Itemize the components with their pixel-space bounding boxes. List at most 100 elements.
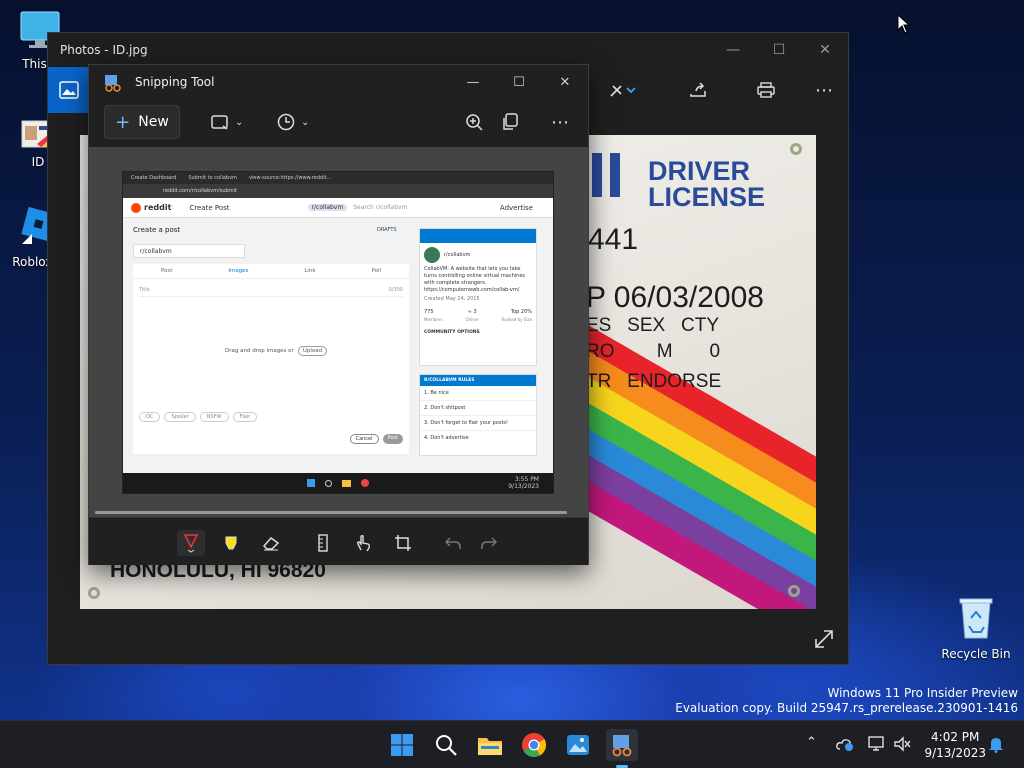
cloud-info-icon: [836, 739, 853, 751]
captured-stat: ≈ 3: [467, 309, 477, 315]
captured-rule: 2. Don't shitpost: [420, 401, 536, 416]
license-header-1: DRIVER: [648, 156, 751, 186]
captured-rule: 1. Be nice: [420, 386, 536, 401]
taskbar-clock[interactable]: 4:02 PM 9/13/2023: [924, 729, 986, 761]
pen-icon: [183, 534, 199, 553]
more-options-button[interactable]: ⋯: [808, 75, 840, 105]
chrome-icon: [522, 733, 547, 758]
chevron-down-icon: ⌄: [301, 116, 310, 128]
photos-window-title: Photos - ID.jpg: [60, 43, 148, 57]
bell-icon: [989, 738, 1003, 753]
captured-upload-area: Drag and drop images or Upload: [225, 346, 328, 356]
captured-chip: Flair: [232, 412, 258, 422]
captured-rule: 3. Don't forget to flair your posts!: [420, 416, 536, 431]
captured-post-button: Post: [382, 434, 403, 444]
volume-muted-icon: [894, 736, 911, 752]
license-row-1: ES SEX CTY: [586, 315, 720, 336]
notifications-button[interactable]: [988, 735, 1004, 757]
snipping-tool-app-icon: [105, 75, 121, 92]
captured-reddit-logo: reddit: [131, 202, 171, 213]
chevron-down-icon: ⌄: [235, 116, 244, 128]
captured-search-box: r/collabvm Search r/collabvm: [307, 204, 407, 211]
chrome-button[interactable]: [518, 729, 550, 761]
touch-writing-button[interactable]: [349, 530, 377, 556]
snipping-tool-app-icon: [612, 735, 632, 757]
copy-button[interactable]: [501, 107, 519, 137]
start-button[interactable]: [386, 729, 418, 761]
captured-upload-button: Upload: [297, 346, 328, 356]
highlighter-button[interactable]: [217, 530, 245, 556]
cloud-status-button[interactable]: [836, 737, 854, 755]
ruler-button[interactable]: [309, 530, 337, 556]
captured-stat-label: Members: [424, 317, 443, 322]
fullscreen-button[interactable]: [814, 629, 834, 653]
zoom-in-icon: [466, 114, 483, 131]
more-dots-icon: ⋯: [551, 111, 569, 133]
maximize-icon[interactable]: ☐: [496, 65, 542, 99]
folder-icon: [478, 738, 502, 755]
snip-more-button[interactable]: ⋯: [551, 107, 569, 137]
share-button[interactable]: [682, 75, 714, 105]
snipping-tool-taskbar-button[interactable]: [606, 729, 638, 761]
photos-app-icon: [59, 81, 79, 99]
captured-community-select: r/collabvm: [133, 244, 245, 258]
new-button-label: New: [138, 114, 169, 130]
captured-post-editor: Post Images Link Poll Title 0/300 Drag a…: [133, 264, 409, 454]
horizontal-scrollbar[interactable]: [95, 511, 567, 514]
copy-icon: [503, 113, 518, 130]
snipping-tool-window[interactable]: Snipping Tool — ☐ ✕ + New ⌄ ⌄ ⋯ Create D…: [88, 64, 589, 565]
captured-drop-text: Drag and drop images or: [225, 348, 294, 354]
photos-taskbar-button[interactable]: [562, 729, 594, 761]
edit-image-button[interactable]: [608, 75, 640, 105]
captured-create-post: Create Post: [189, 203, 230, 212]
crop-button[interactable]: [389, 530, 417, 556]
maximize-icon[interactable]: ☐: [756, 33, 802, 67]
delay-dropdown[interactable]: ⌄: [277, 107, 309, 137]
desktop-icon-recycle-bin[interactable]: Recycle Bin: [936, 596, 1016, 661]
captured-cancel-button: Cancel: [349, 434, 379, 444]
undo-button[interactable]: [439, 530, 467, 556]
printer-icon: [757, 82, 775, 98]
new-snip-button[interactable]: + New: [104, 105, 180, 139]
captured-chip: Spoiler: [164, 412, 196, 422]
photos-app-icon: [567, 735, 589, 755]
highlighter-icon: [225, 536, 237, 550]
photos-app-tab[interactable]: [48, 67, 90, 113]
captured-sidebar-name: r/collabvm: [444, 251, 471, 258]
eraser-button[interactable]: [257, 530, 285, 556]
close-icon[interactable]: ✕: [542, 65, 588, 99]
zoom-button[interactable]: [465, 107, 483, 137]
captured-search-icon: [325, 479, 332, 487]
volume-button[interactable]: [894, 736, 912, 756]
snip-mode-dropdown[interactable]: ⌄: [211, 107, 243, 137]
network-button[interactable]: [868, 736, 886, 756]
minimize-icon[interactable]: —: [450, 65, 496, 99]
file-explorer-button[interactable]: [474, 729, 506, 761]
more-dots-icon: ⋯: [815, 79, 833, 101]
taskbar: ⌃ 4:02 PM 9/13/2023: [0, 720, 1024, 768]
snip-preview-area[interactable]: Create Dashboard Submit to collabvm view…: [89, 147, 588, 517]
redo-button[interactable]: [475, 530, 503, 556]
close-icon[interactable]: ✕: [802, 33, 848, 67]
captured-time: 3:55 PM: [514, 476, 539, 483]
captured-sidebar-rules: R/COLLABVM RULES 1. Be nice 2. Don't shi…: [419, 374, 537, 456]
captured-post-tab: Post: [160, 268, 173, 274]
touch-hand-icon: [356, 534, 371, 552]
minimize-icon[interactable]: —: [710, 33, 756, 67]
captured-sidebar-about: r/collabvm CollabVM: A website that lets…: [419, 228, 537, 366]
license-expiry: P 06/03/2008: [586, 281, 764, 314]
share-icon: [690, 82, 706, 97]
show-hidden-icons-button[interactable]: ⌃: [806, 735, 817, 750]
print-button[interactable]: [750, 75, 782, 105]
ballpoint-pen-button[interactable]: [177, 530, 205, 556]
desktop: This P ID Roblox S Recycle Bin Photos - …: [0, 0, 1024, 720]
captured-stat: 775: [424, 309, 434, 315]
captured-community-options: COMMUNITY OPTIONS: [424, 330, 480, 335]
redo-icon: [481, 537, 497, 549]
community-avatar-icon: [424, 247, 440, 263]
desktop-icon-label: Recycle Bin: [941, 647, 1011, 661]
captured-taskbar: 3:55 PM 9/13/2023: [123, 473, 553, 493]
network-icon: [868, 736, 884, 751]
markup-toolbar: [89, 517, 588, 565]
taskbar-search-button[interactable]: [430, 729, 462, 761]
